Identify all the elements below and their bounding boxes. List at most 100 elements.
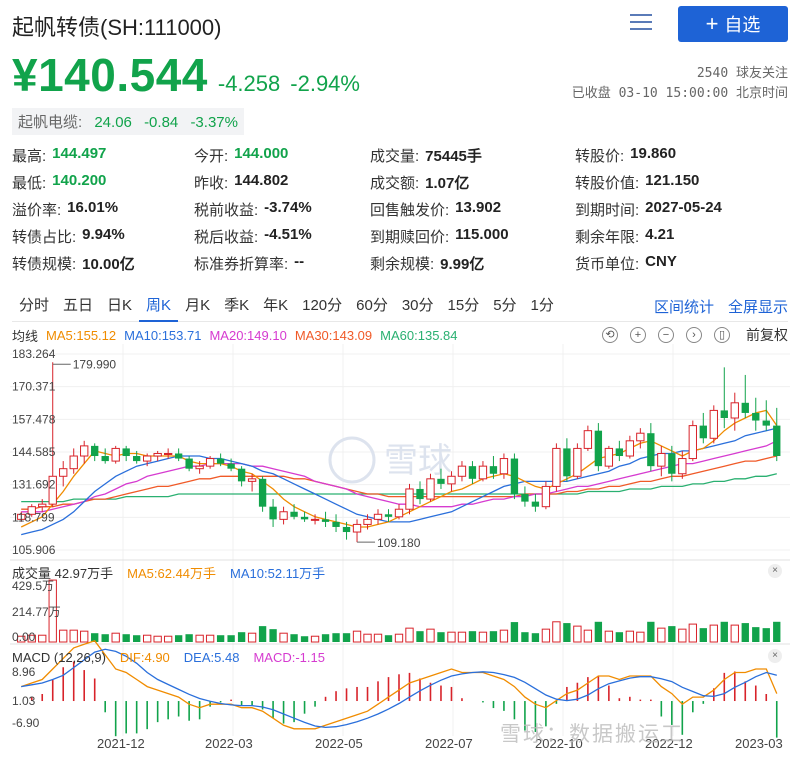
- stat-item: 溢价率: 16.01%: [12, 199, 194, 220]
- volume-bar: [269, 629, 277, 642]
- quote-stats: 最高: 144.497 今开: 144.000 成交量: 75445手 转股价: 19.860…: [12, 142, 788, 277]
- candle-body: [615, 448, 624, 457]
- volume-bar: [247, 632, 257, 643]
- period-tab[interactable]: 季K: [217, 292, 256, 322]
- candle-body: [531, 501, 540, 507]
- next-icon[interactable]: ›: [686, 327, 702, 343]
- period-tab[interactable]: 周K: [139, 292, 179, 322]
- add-watchlist-button[interactable]: + 自选: [678, 6, 788, 42]
- ma-legend: 均线 MA5:155.12 MA10:153.71 MA20:149.10 MA30:…: [12, 326, 788, 344]
- reset-icon[interactable]: ⟲: [602, 327, 618, 343]
- volume-bar: [773, 621, 781, 642]
- candle-body: [384, 514, 393, 517]
- candle-body: [521, 494, 529, 502]
- volume-bar: [510, 622, 519, 642]
- volume-bar: [153, 635, 162, 643]
- watermark-xueqiu: 雪球：数据搬运工: [500, 723, 684, 746]
- macd-legend: MACD (12,26,9) DIF:4.90 DEA:5.48 MACD:-1…: [12, 649, 325, 665]
- candle-body: [668, 453, 676, 474]
- high-annotation: 179.990: [73, 357, 117, 371]
- period-tab[interactable]: 120分: [295, 292, 349, 322]
- price-axis-label: 118.799: [12, 510, 55, 524]
- x-tick-label: 2022-03: [205, 736, 253, 751]
- stat-value: -3.74%: [264, 199, 312, 216]
- stat-row: 最低: 140.200 昨收: 144.802 成交额: 1.07亿 转股价值: 121.15…: [12, 169, 788, 196]
- volume-bar: [426, 628, 435, 643]
- volume-bar: [615, 632, 624, 642]
- stat-item: 货币单位: CNY: [575, 253, 788, 274]
- period-tab[interactable]: 15分: [441, 292, 487, 322]
- period-tab[interactable]: 年K: [256, 292, 295, 322]
- ma-value: MA5:155.12: [46, 327, 117, 343]
- page-title: 起帆转债(SH:111000): [12, 15, 222, 40]
- current-price: ¥140.544: [12, 49, 208, 101]
- stat-item: 到期赎回价: 115.000: [370, 226, 575, 247]
- restore-adjust-label[interactable]: 前复权: [746, 325, 788, 345]
- zoom-in-icon[interactable]: +: [630, 327, 646, 343]
- candle-body: [91, 445, 99, 457]
- followers-count[interactable]: 2540 球友关注: [572, 64, 788, 84]
- period-tab[interactable]: 60分: [349, 292, 395, 322]
- candle-body: [563, 448, 571, 477]
- stat-value: 75445手: [425, 148, 482, 165]
- volume-bar: [416, 631, 424, 642]
- stat-item: 最高: 144.497: [12, 145, 194, 166]
- macd-axis-label: 1.03: [12, 694, 36, 708]
- stat-key: 转股价:: [575, 148, 625, 165]
- volume-bar: [132, 635, 141, 642]
- stat-value: 4.21: [645, 226, 675, 243]
- volume-bar: [531, 633, 540, 642]
- low-annotation: 109.180: [377, 536, 421, 550]
- candle-body: [394, 508, 404, 518]
- stat-item: 剩余年限: 4.21: [575, 226, 788, 247]
- volume-bar: [237, 632, 246, 642]
- zoom-out-icon[interactable]: −: [658, 327, 674, 343]
- candle-body: [237, 468, 246, 482]
- stat-key: 转债占比:: [12, 229, 77, 246]
- ma-value: MA30:143.09: [294, 327, 373, 343]
- candle-body: [59, 468, 68, 477]
- menu-icon[interactable]: [630, 14, 652, 30]
- stat-key: 成交量:: [370, 148, 420, 165]
- period-tab[interactable]: 30分: [395, 292, 441, 322]
- period-tab[interactable]: 5分: [486, 292, 523, 322]
- candle-body: [153, 452, 162, 457]
- tab-link[interactable]: 全屏显示: [728, 296, 788, 317]
- period-tab[interactable]: 1分: [524, 292, 561, 322]
- candle-body: [489, 466, 498, 474]
- period-tab[interactable]: 日K: [100, 292, 139, 322]
- candle-body: [142, 455, 152, 462]
- volume-bar: [185, 634, 193, 642]
- candle-body: [510, 458, 519, 495]
- volume-bar: [195, 634, 204, 643]
- volume-bar: [101, 634, 109, 642]
- close-macd-icon[interactable]: ×: [768, 649, 782, 663]
- volume-bar: [752, 627, 760, 642]
- stat-key: 今开:: [194, 148, 229, 165]
- volume-bar: [321, 634, 330, 642]
- period-tab[interactable]: 月K: [178, 292, 217, 322]
- period-tab[interactable]: 分时: [12, 292, 56, 322]
- candle-body: [373, 513, 383, 520]
- price-axis-label: 105.906: [12, 543, 56, 557]
- volume-bar: [163, 635, 173, 643]
- stat-item: 转股价值: 121.150: [575, 172, 788, 193]
- candle-body: [594, 430, 603, 467]
- volume-bar: [499, 629, 509, 643]
- period-tab[interactable]: 五日: [56, 292, 100, 322]
- kline-chart[interactable]: 雪球 183.264 170.371 157.478 144.585 131.692 118…: [0, 344, 800, 738]
- price-axis-label: 131.692: [12, 478, 56, 492]
- candle-body: [342, 526, 351, 533]
- volume-bar: [762, 628, 770, 642]
- candle-body: [332, 521, 340, 527]
- underlying-stock[interactable]: 起帆电缆: 24.06 -0.84 -3.37%: [12, 108, 244, 135]
- lock-icon[interactable]: ▯: [714, 327, 730, 343]
- stat-value: 2027-05-24: [645, 199, 722, 216]
- tab-link[interactable]: 区间统计: [654, 296, 714, 317]
- close-volume-icon[interactable]: ×: [768, 564, 782, 578]
- volume-bar: [552, 621, 561, 643]
- candle-body: [437, 478, 445, 484]
- volume-bar: [489, 631, 498, 642]
- stat-value: CNY: [645, 253, 677, 270]
- stat-key: 昨收:: [194, 175, 229, 192]
